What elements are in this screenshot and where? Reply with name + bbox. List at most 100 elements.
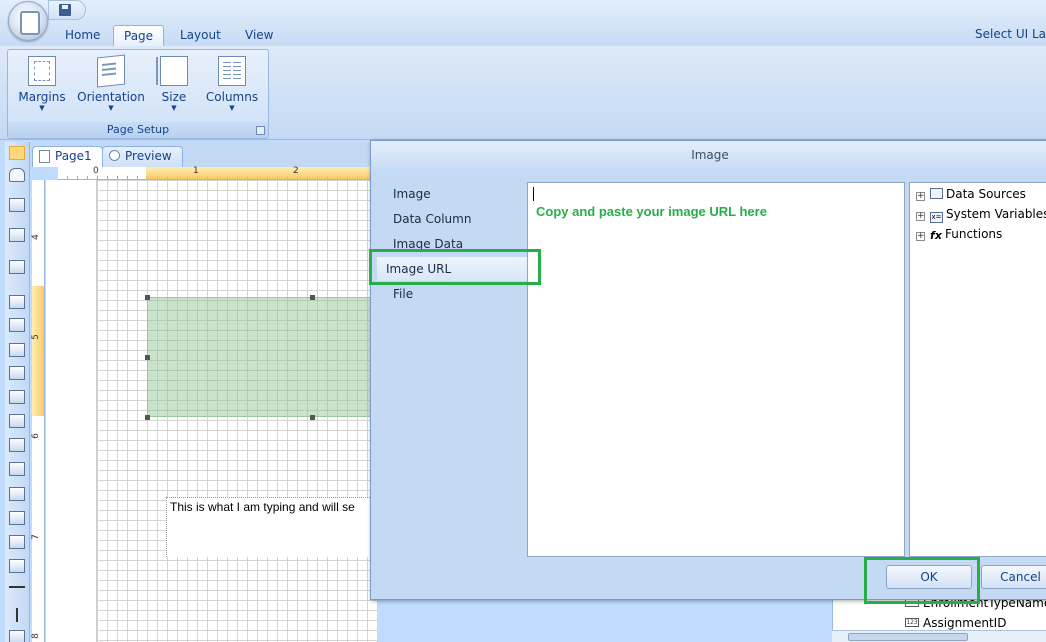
save-icon[interactable] (59, 4, 71, 16)
chart-tool-icon[interactable] (9, 462, 25, 476)
chevron-down-icon: ▼ (171, 104, 177, 112)
size-label: Size (161, 90, 187, 104)
image-source-nav: Image Data Column Image Data Image URL F… (377, 183, 527, 563)
cancel-button[interactable]: Cancel (981, 565, 1046, 589)
tree-item-system-variables[interactable]: + x= System Variables (916, 207, 1046, 223)
tree-item-label: System Variables (946, 207, 1046, 221)
nav-item-image[interactable]: Image (393, 187, 431, 201)
ruler-tick-label: 1 (193, 166, 199, 176)
tree-item-label: Data Sources (946, 187, 1026, 201)
panel-tool-icon[interactable] (9, 318, 25, 332)
barcode-tool-icon[interactable] (9, 535, 25, 549)
function-icon: fx (930, 229, 942, 242)
shape-tool-icon[interactable] (9, 559, 25, 573)
nav-item-image-data[interactable]: Image Data (393, 237, 463, 251)
vertical-ruler: 4 5 6 7 8 (30, 180, 45, 642)
application-button[interactable] (8, 1, 48, 41)
expand-icon[interactable]: + (916, 212, 925, 221)
columns-icon (218, 56, 246, 86)
ruler-tick-label: 5 (30, 334, 41, 340)
resize-handle[interactable] (145, 295, 150, 300)
orientation-button[interactable]: Orientation ▼ (76, 54, 146, 112)
tab-page1[interactable]: Page1 (32, 146, 103, 167)
expression-tree: + Data Sources + x= System Variables + fx Fun… (909, 182, 1046, 557)
crosstab-tool-icon[interactable] (9, 438, 25, 452)
richtext-tool-icon[interactable] (9, 487, 25, 501)
container-tool-icon[interactable] (9, 390, 25, 404)
resize-handle[interactable] (145, 355, 150, 360)
orientation-label: Orientation (77, 90, 145, 104)
columns-button[interactable]: Columns ▼ (204, 56, 260, 112)
pointer-tool-icon[interactable] (9, 146, 25, 160)
text-element[interactable]: This is what I am typing and will se (166, 497, 378, 557)
ribbon: Margins ▼ Orientation ▼ Size ▼ Columns ▼… (0, 46, 1046, 140)
textbox-tool-icon[interactable] (9, 366, 25, 380)
tab-home[interactable]: Home (55, 25, 110, 46)
image-placeholder[interactable] (147, 297, 377, 417)
tree-item-functions[interactable]: + fx Functions (916, 227, 1002, 242)
annotation-hint: Copy and paste your image URL here (536, 204, 767, 219)
resize-handle[interactable] (145, 415, 150, 420)
title-bar (0, 0, 1046, 22)
data-source-icon (930, 188, 943, 199)
ribbon-tabs: Home Page Layout View Select UI La (0, 22, 1046, 46)
page-tool-icon[interactable] (9, 295, 25, 309)
scrollbar-thumb[interactable] (848, 633, 968, 641)
tab-preview[interactable]: Preview (102, 146, 183, 167)
field-item[interactable]: AssignmentID (923, 616, 1006, 630)
ruler-highlight (32, 286, 44, 416)
band-tool-icon[interactable] (9, 198, 25, 212)
chevron-down-icon: ▼ (229, 104, 235, 112)
tab-preview-label: Preview (125, 149, 172, 163)
subreport-tool-icon[interactable] (9, 260, 25, 274)
magnifier-icon (109, 150, 120, 161)
hand-tool-icon[interactable] (9, 168, 25, 182)
system-variable-icon: x= (930, 212, 943, 223)
text-tool-icon[interactable] (9, 343, 25, 357)
rectangle-tool-icon[interactable] (9, 630, 25, 642)
group-tool-icon[interactable] (9, 228, 25, 242)
nav-item-data-column[interactable]: Data Column (393, 212, 471, 226)
margins-label: Margins (18, 90, 66, 104)
quick-access-toolbar (48, 0, 86, 20)
horizontal-scrollbar[interactable] (832, 630, 1046, 642)
page-icon (39, 150, 50, 163)
resize-handle[interactable] (310, 415, 315, 420)
tab-page1-label: Page1 (55, 149, 92, 163)
orientation-icon (97, 54, 125, 88)
margins-icon (28, 56, 56, 86)
tab-layout[interactable]: Layout (170, 25, 231, 46)
document-tabs: Page1 Preview (30, 142, 390, 167)
nav-item-image-url[interactable]: Image URL (377, 257, 527, 281)
tab-page[interactable]: Page (113, 25, 165, 46)
size-button[interactable]: Size ▼ (156, 56, 192, 112)
line-tool-icon[interactable] (9, 586, 25, 588)
columns-label: Columns (205, 90, 259, 104)
horizontal-ruler: 0 1 2 (58, 166, 436, 180)
margins-button[interactable]: Margins ▼ (18, 56, 66, 112)
dialog-launcher-icon[interactable] (256, 126, 265, 135)
ruler-tick-label: 8 (30, 633, 41, 639)
tree-item-data-sources[interactable]: + Data Sources (916, 187, 1026, 201)
ruler-tick-label: 2 (293, 166, 299, 176)
resize-handle[interactable] (310, 295, 315, 300)
ruler-tick-label: 0 (93, 166, 99, 176)
ruler-tick-label: 4 (30, 234, 41, 240)
ok-button[interactable]: OK (886, 565, 972, 589)
image-tool-icon[interactable] (9, 511, 25, 525)
page-setup-group: Margins ▼ Orientation ▼ Size ▼ Columns ▼… (7, 49, 269, 139)
expand-icon[interactable]: + (916, 232, 925, 241)
image-url-input[interactable]: Copy and paste your image URL here (527, 182, 905, 557)
chevron-down-icon: ▼ (108, 104, 114, 112)
page-setup-group-label: Page Setup (8, 122, 268, 138)
vertical-line-tool-icon[interactable] (16, 608, 18, 622)
expand-icon[interactable]: + (916, 192, 925, 201)
dialog-title: Image (371, 141, 1046, 169)
report-toolbox (5, 142, 30, 642)
select-ui-label[interactable]: Select UI La (975, 27, 1046, 41)
chevron-down-icon: ▼ (39, 104, 45, 112)
nav-item-file[interactable]: File (393, 287, 413, 301)
size-icon (156, 56, 188, 86)
tab-view[interactable]: View (235, 25, 283, 46)
table-tool-icon[interactable] (9, 414, 25, 428)
